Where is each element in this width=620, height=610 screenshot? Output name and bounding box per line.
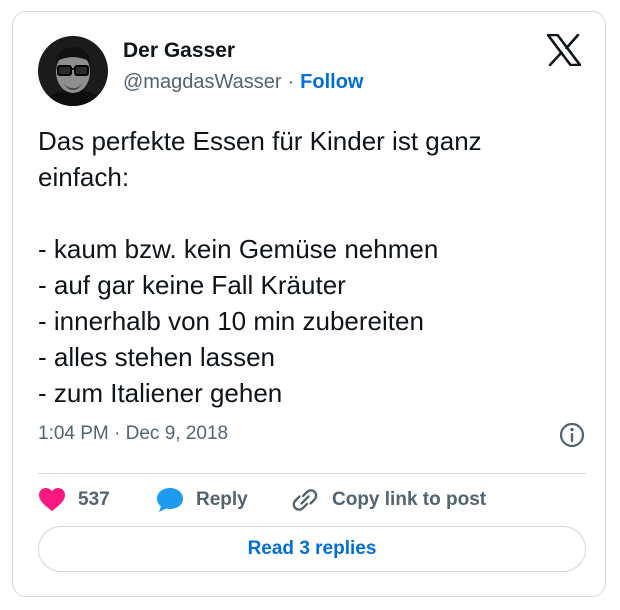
tweet-text-line: Das perfekte Essen für Kinder ist ganz <box>38 126 482 156</box>
tweet-text-line: - kaum bzw. kein Gemüse nehmen <box>38 234 439 264</box>
read-replies-button[interactable]: Read 3 replies <box>38 526 586 572</box>
tweet-card: Der Gasser @magdasWasser · Follow Das perf… <box>12 11 606 597</box>
follow-button[interactable]: Follow <box>300 71 363 93</box>
reply-label: Reply <box>196 489 248 510</box>
like-count: 537 <box>78 489 110 510</box>
avatar-image <box>38 36 108 106</box>
tweet-meta: 1:04 PM · Dec 9, 2018 <box>38 421 586 451</box>
link-icon <box>292 489 318 511</box>
tweet-text-line: - zum Italiener gehen <box>38 378 283 408</box>
reply-button[interactable]: Reply <box>156 483 248 517</box>
heart-icon <box>39 488 65 511</box>
tweet-text-line: einfach: <box>38 162 130 192</box>
tweet-text-line <box>38 195 588 231</box>
divider <box>38 473 586 474</box>
separator-dot: · <box>287 71 295 93</box>
handle-row: @magdasWasser · Follow <box>123 71 364 94</box>
copy-link-label: Copy link to post <box>332 489 487 510</box>
like-button[interactable]: 537 <box>38 483 110 517</box>
tweet-text-line: - innerhalb von 10 min zubereiten <box>38 306 424 336</box>
info-icon[interactable] <box>558 421 586 449</box>
x-logo-icon[interactable] <box>546 33 582 67</box>
tweet-text-line: - auf gar keine Fall Kräuter <box>38 270 346 300</box>
avatar[interactable] <box>38 36 108 106</box>
action-bar: 537 Reply Copy link to post <box>38 483 586 517</box>
display-name[interactable]: Der Gasser <box>123 39 235 63</box>
user-handle[interactable]: @magdasWasser <box>123 71 282 93</box>
tweet-text-line: - alles stehen lassen <box>38 342 276 372</box>
copy-link-button[interactable]: Copy link to post <box>290 483 486 517</box>
timestamp[interactable]: 1:04 PM · Dec 9, 2018 <box>38 423 228 445</box>
tweet-text: Das perfekte Essen für Kinder ist ganz e… <box>38 123 588 411</box>
speech-bubble-icon <box>157 488 183 512</box>
